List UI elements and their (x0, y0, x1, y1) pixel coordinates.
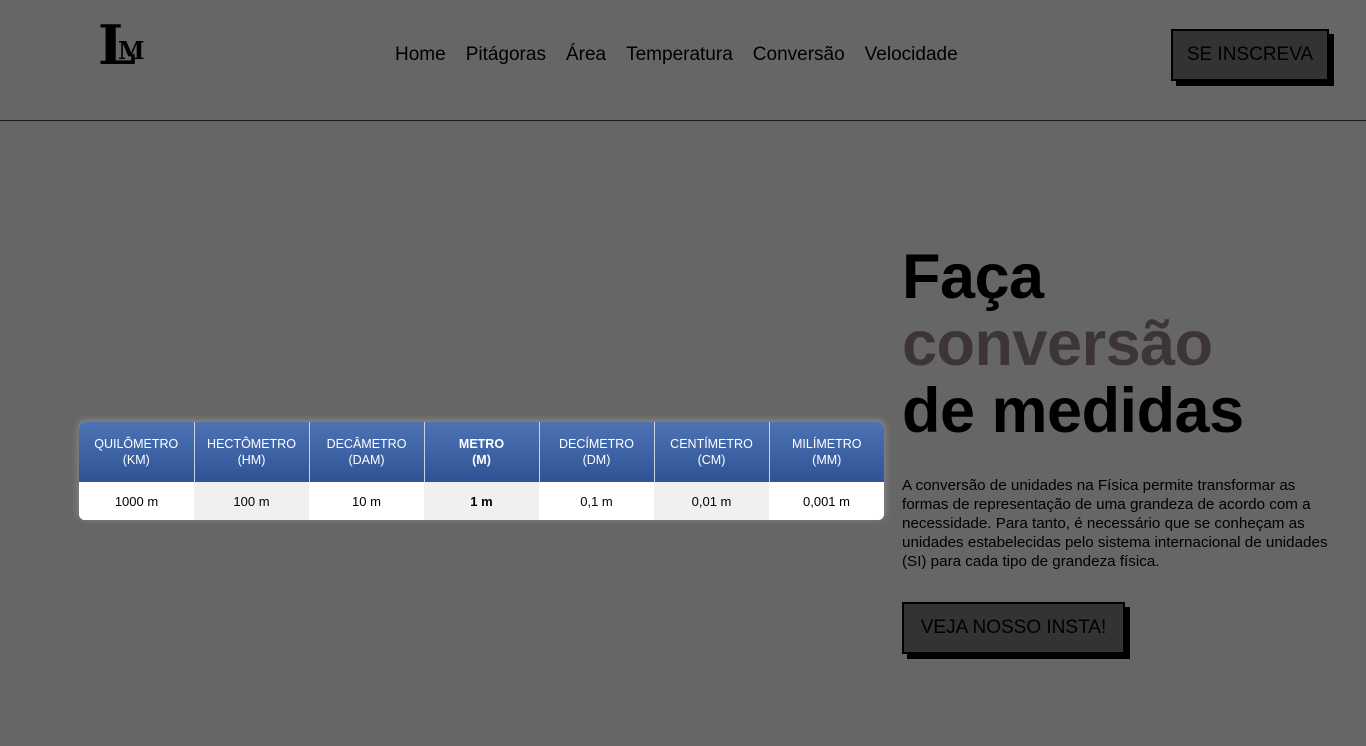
instagram-button[interactable]: VEJA NOSSO INSTA! (902, 602, 1125, 654)
hero-title: Faça conversão de medidas (902, 244, 1244, 445)
main-nav: Home Pitágoras Área Temperatura Conversã… (395, 43, 958, 67)
logo-letter-m: M (118, 36, 145, 65)
value-dam: 10 m (309, 482, 424, 520)
header-name: HECTÔMETRO (207, 437, 296, 451)
value-cm: 0,01 m (654, 482, 769, 520)
signup-button[interactable]: SE INSCREVA (1171, 29, 1329, 81)
hero-title-line-3: de medidas (902, 376, 1244, 446)
header-abbr: (HM) (237, 453, 266, 467)
value-dm: 0,1 m (539, 482, 654, 520)
header-abbr: (CM) (697, 453, 726, 467)
value-hm: 100 m (194, 482, 309, 520)
header-dam: DECÂMETRO (DAM) (309, 422, 425, 482)
nav-temperatura[interactable]: Temperatura (626, 43, 733, 67)
header-abbr: (MM) (812, 453, 842, 467)
nav-velocidade[interactable]: Velocidade (865, 43, 958, 67)
header-name: DECÂMETRO (326, 437, 407, 451)
header-abbr: (DM) (582, 453, 611, 467)
value-m: 1 m (424, 482, 539, 520)
hero-title-line-2: conversão (902, 309, 1213, 379)
header-name: MILÍMETRO (792, 437, 862, 451)
units-table: QUILÔMETRO (KM) HECTÔMETRO (HM) DECÂMETRO (… (79, 422, 884, 520)
header-name: DECÍMETRO (559, 437, 634, 451)
table-row: 1000 m 100 m 10 m 1 m 0,1 m 0,01 m 0,001… (79, 482, 884, 520)
header-name: CENTÍMETRO (670, 437, 753, 451)
hero-title-line-1: Faça (902, 242, 1044, 312)
logo[interactable]: L M (98, 18, 148, 78)
nav-pitagoras[interactable]: Pitágoras (466, 43, 546, 67)
header-cm: CENTÍMETRO (CM) (654, 422, 770, 482)
header-abbr: (M) (472, 453, 491, 467)
header-abbr: (DAM) (348, 453, 385, 467)
header-dm: DECÍMETRO (DM) (539, 422, 655, 482)
hero-description: A conversão de unidades na Física permit… (902, 477, 1328, 570)
header-name: QUILÔMETRO (94, 437, 179, 451)
nav-home[interactable]: Home (395, 43, 446, 67)
header-mm: MILÍMETRO (MM) (769, 422, 884, 482)
table-header-row: QUILÔMETRO (KM) HECTÔMETRO (HM) DECÂMETRO (… (79, 422, 884, 482)
header-m: METRO (M) (424, 422, 540, 482)
header-abbr: (KM) (122, 453, 150, 467)
nav-area[interactable]: Área (566, 43, 606, 67)
site-header: L M Home Pitágoras Área Temperatura Conv… (0, 0, 1366, 121)
value-mm: 0,001 m (769, 482, 884, 520)
unit-conversion-table: QUILÔMETRO (KM) HECTÔMETRO (HM) DECÂMETRO (… (79, 422, 884, 520)
header-km: QUILÔMETRO (KM) (79, 422, 195, 482)
value-km: 1000 m (79, 482, 194, 520)
header-name: METRO (458, 437, 505, 451)
header-hm: HECTÔMETRO (HM) (194, 422, 310, 482)
nav-conversao[interactable]: Conversão (753, 43, 845, 67)
